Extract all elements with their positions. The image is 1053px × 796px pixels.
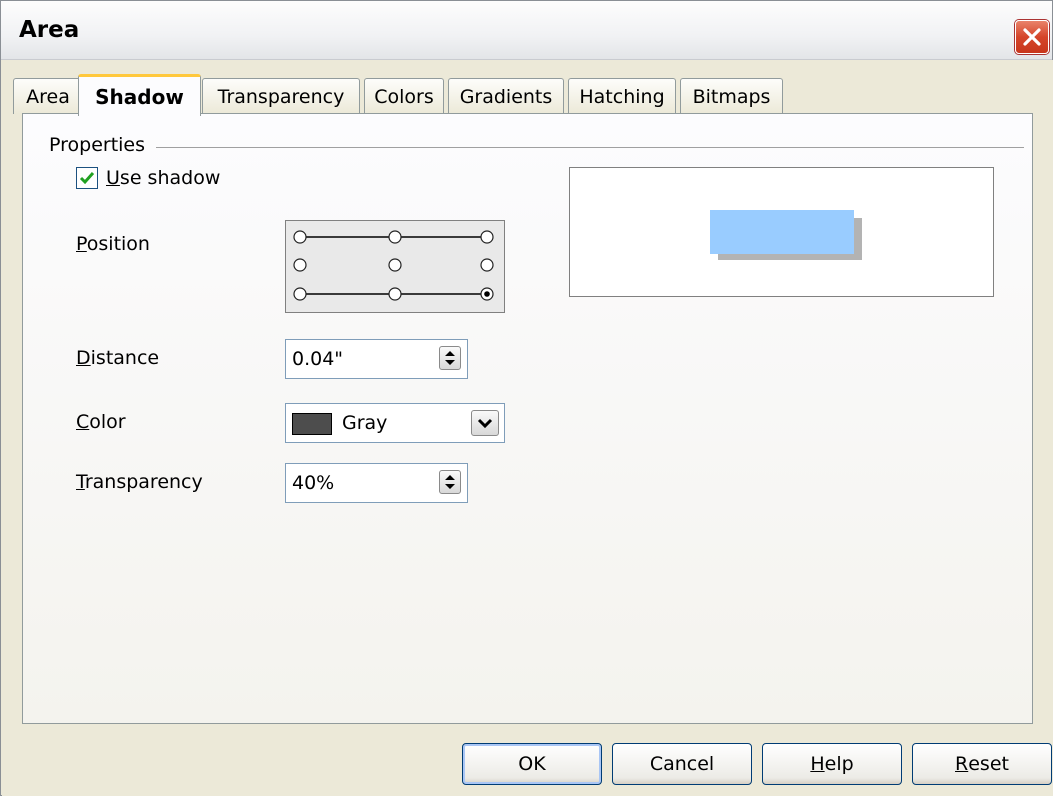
position-center-radio[interactable]: [388, 258, 402, 272]
position-middle-right-radio[interactable]: [480, 258, 494, 272]
spin-arrows-icon: [445, 475, 455, 489]
position-top-center-radio[interactable]: [388, 230, 402, 244]
distance-value: 0.04": [292, 348, 344, 370]
color-swatch: [292, 413, 332, 435]
tab-label: Transparency: [217, 85, 345, 108]
mnemonic: H: [810, 753, 825, 775]
checkmark-icon: [79, 172, 95, 185]
shadow-preview: [569, 167, 994, 297]
position-bottom-center-radio[interactable]: [388, 287, 402, 301]
transparency-spin-button[interactable]: [439, 470, 461, 494]
distance-spin-button[interactable]: [439, 346, 461, 370]
position-bottom-left-radio[interactable]: [293, 287, 307, 301]
position-label: Position: [76, 233, 150, 255]
color-dropdown-button[interactable]: [471, 410, 499, 436]
dropdown-arrow-icon: [477, 418, 493, 429]
shadow-position-grid[interactable]: [285, 220, 505, 313]
spin-arrows-icon: [445, 351, 455, 365]
tab-hatching[interactable]: Hatching: [568, 78, 676, 114]
reset-button[interactable]: Reset: [912, 743, 1052, 785]
mnemonic: R: [955, 753, 969, 775]
label-text: se shadow: [119, 167, 221, 189]
tab-label: Shadow: [95, 84, 184, 109]
transparency-label: Transparency: [76, 471, 203, 493]
button-label: eset: [968, 753, 1009, 775]
area-dialog: Area Area Shadow Transparency Colors Gra…: [0, 0, 1053, 796]
properties-separator: [156, 147, 1024, 148]
tab-label: Hatching: [579, 85, 665, 108]
button-label: elp: [824, 753, 854, 775]
dialog-body: Area Shadow Transparency Colors Gradient…: [2, 60, 1053, 796]
use-shadow-checkbox[interactable]: [76, 167, 98, 189]
tab-label: Area: [26, 85, 70, 108]
mnemonic: C: [76, 411, 90, 433]
tab-label: Colors: [374, 85, 434, 108]
mnemonic: D: [76, 347, 91, 369]
tab-gradients[interactable]: Gradients: [448, 78, 564, 114]
button-label: OK: [518, 753, 546, 775]
label-text: olor: [89, 411, 126, 433]
transparency-field[interactable]: 40%: [285, 463, 468, 503]
position-grid-graphic: [293, 230, 494, 301]
tab-label: Gradients: [459, 85, 553, 108]
color-label: Color: [76, 411, 126, 433]
tab-label: Bitmaps: [692, 85, 771, 108]
distance-label: Distance: [76, 347, 159, 369]
position-top-right-radio[interactable]: [480, 230, 494, 244]
mnemonic: U: [106, 167, 120, 189]
close-button[interactable]: [1015, 20, 1049, 54]
tab-colors[interactable]: Colors: [364, 78, 444, 114]
use-shadow-label[interactable]: Use shadow: [106, 167, 220, 189]
mnemonic: T: [76, 471, 85, 493]
tab-bitmaps[interactable]: Bitmaps: [680, 78, 783, 114]
label-text: osition: [86, 233, 150, 255]
tab-shadow[interactable]: Shadow: [78, 74, 201, 116]
ok-button[interactable]: OK: [462, 743, 602, 785]
label-text: istance: [90, 347, 160, 369]
transparency-value: 40%: [292, 472, 335, 494]
distance-field[interactable]: 0.04": [285, 339, 468, 379]
tab-area[interactable]: Area: [13, 78, 83, 114]
button-label: Cancel: [649, 753, 715, 775]
preview-object: [710, 210, 854, 254]
color-dropdown[interactable]: Gray: [285, 403, 505, 443]
close-icon: [1023, 28, 1041, 46]
window-title: Area: [19, 17, 80, 43]
position-top-left-radio[interactable]: [293, 230, 307, 244]
properties-heading: Properties: [49, 134, 146, 156]
title-bar[interactable]: Area: [1, 1, 1052, 60]
position-middle-left-radio[interactable]: [293, 258, 307, 272]
selected-dot: [484, 291, 490, 297]
help-button[interactable]: Help: [762, 743, 902, 785]
tab-transparency[interactable]: Transparency: [202, 78, 360, 114]
mnemonic: P: [76, 233, 87, 255]
cancel-button[interactable]: Cancel: [612, 743, 752, 785]
label-text: ransparency: [84, 471, 203, 493]
color-value: Gray: [342, 412, 388, 434]
